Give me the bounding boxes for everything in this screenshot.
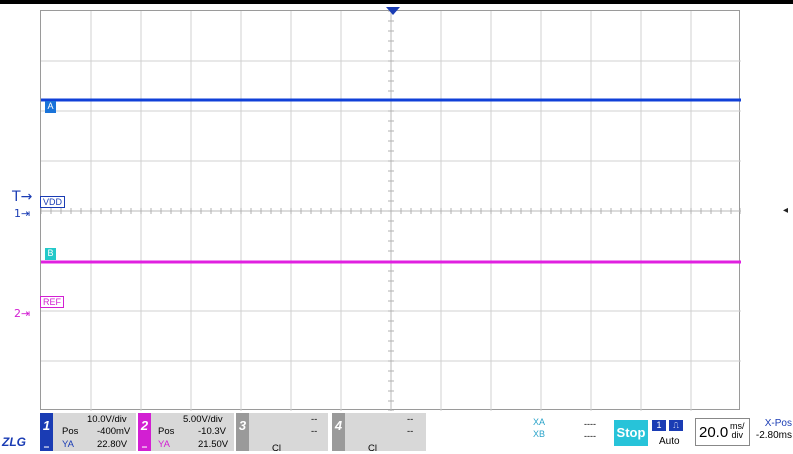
trigger-mode: Auto — [659, 436, 680, 447]
grid-and-traces — [41, 11, 741, 411]
ch2-coupling-icon: ═ — [142, 444, 147, 451]
cursor-xa-value: ---- — [584, 419, 596, 429]
ch1-offset-label: 1 — [14, 207, 21, 220]
ch2-info[interactable]: 2 ═ 5.00V/div Pos -10.3V YA 21.50V — [138, 413, 234, 451]
ch1-ya-value: 22.80V — [97, 439, 128, 450]
trace-marker-b: B — [45, 248, 56, 260]
ch2-ya-label: YA — [158, 439, 170, 450]
cursor-xb-value: ---- — [584, 431, 596, 441]
trigger-edge-icon: ⎍ — [669, 420, 683, 431]
timebase-unit: ms/ div — [730, 422, 745, 440]
ch3-badge: 3 — [236, 413, 249, 451]
ch3-partial: Cl — [272, 443, 281, 454]
status-bar: ZLG 1 ═ 10.0V/div Pos -400mV YA 22.80V 2… — [0, 413, 793, 454]
cursor-xa-label: XA — [533, 417, 546, 427]
ch2-pos-value: -10.3V — [198, 426, 226, 437]
label-ref: REF — [40, 296, 64, 308]
trigger-info[interactable]: 1 ⎍ Auto — [649, 418, 692, 452]
cursor-labels: XA XB — [533, 416, 545, 440]
ch1-ya-label: YA — [62, 439, 74, 450]
label-vdd: VDD — [40, 196, 66, 208]
trigger-position-marker[interactable] — [386, 7, 400, 15]
ch2-offset-label: 2 — [14, 307, 21, 320]
x-position-value: -2.80ms — [755, 430, 792, 441]
waveform-display[interactable] — [40, 10, 741, 411]
ch3-info[interactable]: 3 -- -- Cl — [236, 413, 328, 454]
scroll-right-icon[interactable]: ◂ — [783, 205, 788, 216]
ch1-scale: 10.0V/div — [87, 414, 127, 425]
cursor-xb-label: XB — [533, 429, 546, 439]
ch3-line2: -- — [311, 426, 318, 437]
trigger-level-label: T — [12, 189, 21, 205]
ch4-line1: -- — [407, 414, 414, 425]
top-bar — [0, 0, 793, 4]
ch1-coupling-icon: ═ — [44, 444, 49, 451]
ch1-info[interactable]: 1 ═ 10.0V/div Pos -400mV YA 22.80V — [40, 413, 136, 451]
ch2-ya-value: 21.50V — [198, 439, 229, 450]
brand-logo: ZLG — [2, 435, 26, 449]
timebase-control[interactable]: 20.0 ms/ div — [695, 418, 750, 446]
ch2-scale: 5.00V/div — [183, 414, 223, 425]
timebase-unit-bottom: div — [731, 430, 743, 440]
run-stop-button[interactable]: Stop — [614, 420, 648, 446]
ch4-line2: -- — [407, 426, 414, 437]
ch4-info[interactable]: 4 -- -- Cl — [332, 413, 426, 454]
trace-marker-a: A — [45, 101, 56, 113]
x-position[interactable]: X-Pos -2.80ms — [752, 418, 792, 442]
timebase-value: 20.0 — [699, 424, 729, 441]
ch1-pos-label: Pos — [62, 426, 79, 437]
ch1-offset-marker[interactable]: 1⇥ — [14, 207, 30, 220]
ch1-pos-value: -400mV — [97, 426, 131, 437]
cursor-values: ---- ---- — [584, 418, 596, 442]
trigger-source: 1 — [652, 420, 666, 431]
x-position-label: X-Pos — [764, 418, 792, 429]
ch2-offset-marker[interactable]: 2⇥ — [14, 307, 30, 320]
ch4-badge: 4 — [332, 413, 345, 451]
ch3-line1: -- — [311, 414, 318, 425]
ch2-pos-label: Pos — [158, 426, 175, 437]
ch4-partial: Cl — [368, 443, 377, 454]
trigger-level-marker[interactable]: T→ — [12, 189, 32, 205]
